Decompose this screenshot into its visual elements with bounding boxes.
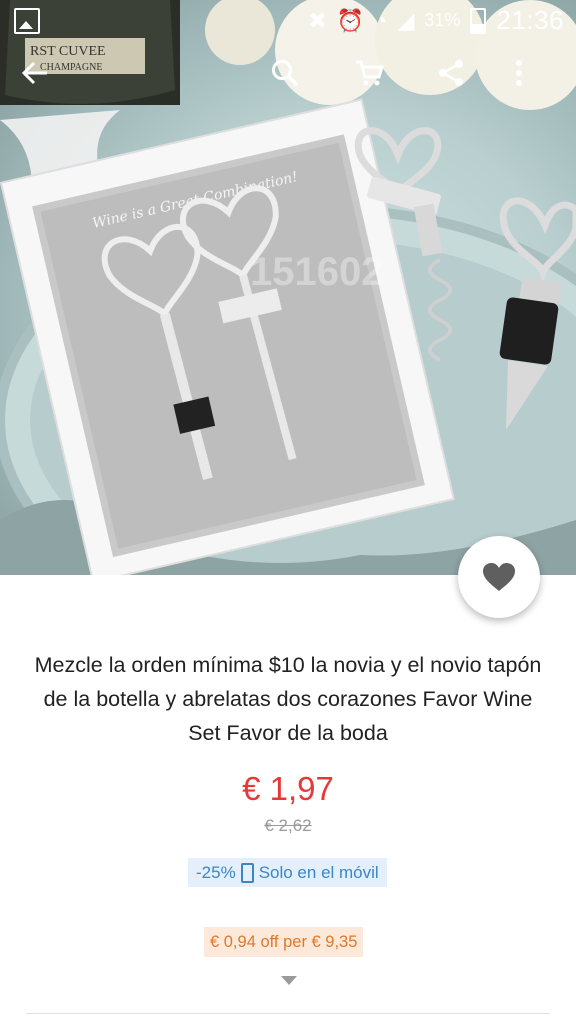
favorite-button[interactable]	[458, 536, 540, 618]
original-price: € 2,62	[264, 816, 312, 835]
toolbar	[0, 58, 576, 114]
bottle-label-1: RST CUVEE	[30, 44, 106, 59]
signal-icon: ◢	[397, 7, 415, 33]
product-title: Mezcle la orden mínima $10 la novia y el…	[34, 653, 542, 745]
back-arrow-icon[interactable]	[20, 58, 68, 110]
share-icon[interactable]	[436, 58, 484, 110]
cart-icon[interactable]	[354, 58, 402, 110]
divider	[26, 1013, 550, 1014]
more-vert-icon[interactable]	[514, 58, 562, 110]
heart-icon	[483, 563, 515, 591]
product-image[interactable]: RST CUVEE CHAMPAGNE Wine is a Great Comb…	[0, 0, 576, 575]
phone-icon	[240, 862, 254, 883]
product-price: € 1,97	[242, 770, 334, 807]
mobile-only-label: Solo en el móvil	[258, 863, 379, 882]
discount-percent: -25%	[196, 863, 236, 882]
status-bar: ✖ ⏰ ◔ ◢ 31% 21:36	[0, 0, 576, 42]
battery-icon	[470, 7, 487, 34]
mute-icon: ✖	[308, 7, 327, 33]
battery-percent: 31%	[424, 10, 461, 30]
coupon-badge[interactable]: € 0,94 off per € 9,35	[204, 927, 364, 957]
mobile-discount-badge: -25% Solo en el móvil	[188, 858, 387, 887]
gallery-icon	[14, 8, 40, 34]
alarm-icon: ⏰	[336, 7, 365, 33]
clock: 21:36	[496, 5, 564, 35]
chevron-down-icon[interactable]	[281, 976, 297, 985]
watermark: 151602	[250, 250, 383, 294]
wifi-icon: ◔	[374, 7, 388, 33]
search-icon[interactable]	[270, 58, 318, 110]
